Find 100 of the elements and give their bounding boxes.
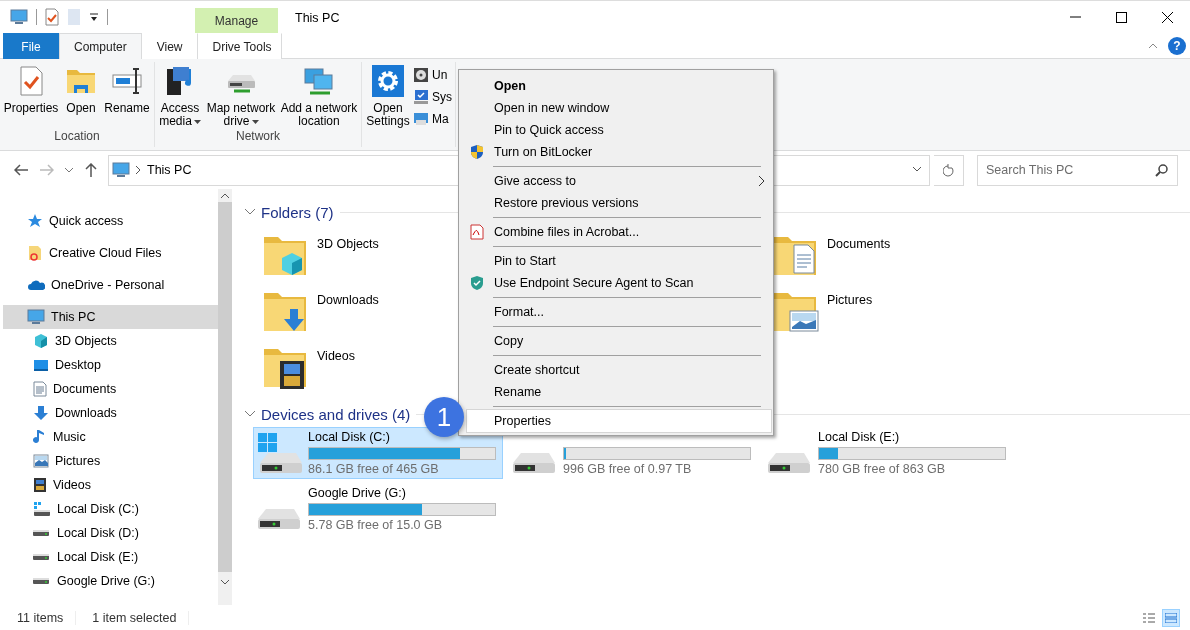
group-label: Network [235, 129, 281, 145]
drive-tile[interactable]: Local Disk (C:) 86.1 GB free of 465 GB [253, 427, 503, 479]
ribbon-button[interactable]: Add a network location [280, 62, 358, 128]
monitor-check-icon [413, 89, 429, 105]
ribbon-button[interactable]: Open [61, 62, 101, 115]
collapse-chevron-icon [245, 209, 255, 215]
ribbon-button[interactable]: Open Settings [365, 62, 411, 128]
nav-item[interactable]: Quick access [3, 209, 218, 233]
tiles-view-button[interactable] [1162, 608, 1180, 627]
nav-item[interactable]: Local Disk (D:) [3, 521, 218, 545]
pdf-icon [469, 224, 485, 240]
properties-icon [45, 8, 59, 26]
refresh-button[interactable] [934, 154, 964, 186]
folder-item[interactable]: Videos [255, 341, 435, 395]
cloud-folder-icon [27, 245, 43, 261]
menu-item[interactable]: Open in new window [467, 97, 771, 119]
free-space-text: 86.1 GB free of 465 GB [308, 462, 440, 476]
ribbon-button[interactable]: Rename [103, 62, 151, 115]
windows-drive-icon [33, 501, 51, 517]
drive-name: Google Drive (G:) [308, 486, 407, 501]
nav-item[interactable]: Documents [3, 377, 218, 401]
window-title: This PC [294, 10, 341, 27]
menu-item[interactable]: Turn on BitLocker [467, 141, 771, 163]
collapse-chevron-icon [245, 411, 255, 417]
ribbon-button[interactable]: Properties [3, 62, 59, 115]
nav-item[interactable]: Local Disk (C:) [3, 497, 218, 521]
nav-item[interactable]: OneDrive - Personal [3, 273, 218, 297]
ribbon-small-button[interactable]: Sys [413, 88, 452, 106]
status-text: 11 items [17, 610, 77, 625]
nav-item[interactable]: Music [3, 425, 218, 449]
menu-item[interactable]: Rename [467, 381, 771, 403]
menu-item[interactable]: Combine files in Acrobat... [467, 221, 771, 243]
menu-item[interactable]: Pin to Quick access [467, 119, 771, 141]
nav-item[interactable]: 3D Objects [3, 329, 218, 353]
help-button[interactable]: ? [1168, 36, 1186, 55]
drive-name: Local Disk (E:) [818, 430, 901, 445]
hard-drive-icon [258, 509, 300, 529]
menu-item[interactable]: Pin to Start [467, 250, 771, 272]
menu-item[interactable]: Give access to [467, 170, 771, 192]
nav-item[interactable]: Local Disk (E:) [3, 545, 218, 569]
film-icon [33, 477, 47, 493]
section-heading: Devices and drives (4) [261, 405, 411, 423]
ribbon-tab[interactable]: File [3, 33, 59, 59]
drive-tile[interactable]: Google Drive (G:) 5.78 GB free of 15.0 GB [253, 483, 503, 535]
computer-icon [413, 111, 429, 127]
nav-item[interactable]: Creative Cloud Files [3, 241, 218, 265]
search-field[interactable]: Search This PC [977, 154, 1178, 186]
menu-item[interactable]: Copy [467, 330, 771, 352]
caret-icon [193, 119, 201, 124]
ribbon-tab[interactable]: Computer [59, 33, 142, 59]
hard-drive-icon [768, 453, 810, 473]
document-icon [33, 381, 47, 397]
status-text: 1 item selected [92, 610, 190, 625]
hard-drive-icon [513, 453, 555, 473]
folder-item[interactable]: 3D Objects [255, 229, 435, 283]
menu-item[interactable]: Restore previous versions [467, 192, 771, 214]
picture-icon [33, 454, 49, 468]
free-space-text: 5.78 GB free of 15.0 GB [308, 518, 444, 532]
drive-icon [33, 530, 49, 536]
nav-item[interactable]: Desktop [3, 353, 218, 377]
monitor-icon [10, 9, 28, 25]
scroll-down-icon[interactable] [221, 580, 229, 585]
shield-icon [469, 144, 485, 160]
down-arrow-icon [33, 405, 49, 421]
ribbon-button[interactable]: Map network drive [204, 62, 278, 128]
menu-item[interactable]: Properties [467, 410, 771, 432]
collapse-ribbon-icon [1148, 42, 1158, 49]
free-space-text: 996 GB free of 0.97 TB [563, 462, 693, 476]
network-monitors-icon [302, 65, 336, 97]
group-label: Location [53, 129, 101, 145]
menu-item[interactable]: Use Endpoint Secure Agent to Scan [467, 272, 771, 294]
scroll-up-icon[interactable] [221, 193, 229, 198]
nav-item[interactable]: Downloads [3, 401, 218, 425]
drive-icon [33, 554, 49, 560]
up-arrow-icon [85, 163, 97, 177]
nav-item[interactable]: Google Drive (G:) [3, 569, 218, 593]
scrollbar[interactable] [218, 189, 232, 605]
minimize-icon [1069, 16, 1081, 18]
ribbon-tab[interactable]: Drive Tools [197, 33, 283, 59]
menu-item[interactable]: Format... [467, 301, 771, 323]
tiles-icon [1165, 612, 1177, 623]
blank-document-icon [67, 8, 81, 26]
ribbon-button[interactable]: Access media [158, 62, 202, 128]
drive-icon [33, 578, 49, 584]
maximize-icon [1115, 11, 1127, 23]
ribbon-small-button[interactable]: Ma [413, 110, 452, 128]
nav-item[interactable]: Videos [3, 473, 218, 497]
cube-icon [33, 333, 49, 349]
menu-item[interactable]: Create shortcut [467, 359, 771, 381]
ribbon-small-button[interactable]: Un [413, 66, 452, 84]
music-note-icon [33, 429, 47, 445]
dropdown-icon [89, 12, 99, 22]
folder-item[interactable]: Downloads [255, 285, 435, 339]
chevron-icon [136, 166, 141, 174]
nav-item[interactable]: This PC [3, 305, 218, 329]
shield-check-icon [469, 275, 485, 291]
search-icon [1155, 163, 1168, 177]
menu-item[interactable]: Open [467, 75, 771, 97]
chevron-icon [759, 176, 765, 186]
nav-item[interactable]: Pictures [3, 449, 218, 473]
